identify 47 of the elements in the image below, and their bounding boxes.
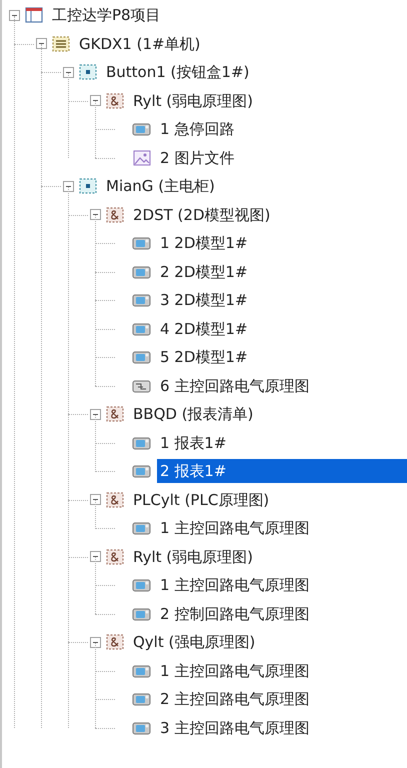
collapse-icon[interactable] [90, 494, 101, 506]
tree-item[interactable]: 1 主控回路电气原理图 [157, 658, 312, 683]
tree-item[interactable]: 1 报表1# [157, 430, 230, 455]
ampersand-box-icon [105, 633, 125, 652]
ampersand-box-icon [105, 92, 125, 110]
image-icon [132, 148, 152, 167]
collapse-icon[interactable] [90, 408, 101, 420]
tree-item[interactable]: 4 2D模型1# [157, 316, 251, 341]
tree-item[interactable]: 2 图片文件 [157, 146, 238, 170]
tree-item[interactable]: 2 2D模型1# [157, 260, 251, 284]
tree-item[interactable]: 1 2D模型1# [157, 231, 251, 256]
collapse-icon[interactable] [36, 38, 47, 50]
striped-box-icon [51, 34, 71, 53]
ampersand-box-icon [105, 405, 125, 424]
tree-item[interactable]: 2DST (2D模型视图) [130, 202, 274, 227]
tree-item[interactable]: 3 2D模型1# [157, 288, 251, 312]
dotted-box-icon [78, 177, 98, 196]
tree-item[interactable]: BBQD (报表清单) [130, 402, 256, 426]
tree-item[interactable]: 6 主控回路电气原理图 [157, 374, 312, 398]
tree-item[interactable]: 1 急停回路 [157, 117, 238, 142]
tree-item[interactable]: 5 2D模型1# [157, 345, 251, 370]
tree-item[interactable]: Qylt (强电原理图) [130, 630, 258, 654]
tree-item[interactable]: GKDX1 (1#单机) [76, 32, 204, 56]
dotted-box-icon [78, 63, 98, 82]
collapse-icon[interactable] [9, 10, 20, 21]
tree-item[interactable]: Rylt (弱电原理图) [130, 544, 256, 569]
tree-item[interactable]: MianG (主电柜) [103, 174, 218, 198]
tree-item[interactable]: 1 主控回路电气原理图 [157, 573, 312, 598]
tree-item[interactable]: 2 控制回路电气原理图 [157, 602, 312, 626]
ampersand-box-icon [105, 490, 125, 509]
ampersand-box-icon [105, 206, 125, 224]
collapse-icon[interactable] [63, 66, 74, 78]
collapse-icon[interactable] [63, 180, 74, 192]
project-window-icon [24, 6, 44, 24]
tree-item[interactable]: 2 报表1# [157, 459, 407, 484]
tree-item[interactable]: 2 主控回路电气原理图 [157, 687, 312, 712]
ampersand-box-icon [105, 548, 125, 566]
collapse-icon[interactable] [90, 209, 101, 220]
tree-item[interactable]: 工控达学P8项目 [49, 3, 164, 28]
collapse-icon[interactable] [90, 636, 101, 648]
collapse-icon[interactable] [90, 551, 101, 562]
collapse-icon[interactable] [90, 95, 101, 106]
tree-item[interactable]: 3 主控回路电气原理图 [157, 716, 312, 740]
tree-item[interactable]: 1 主控回路电气原理图 [157, 516, 312, 540]
tree-item[interactable]: Rylt (弱电原理图) [130, 88, 256, 113]
tree-item[interactable]: PLCylt (PLC原理图) [130, 488, 272, 512]
tree-item[interactable]: Button1 (按钮盒1#) [103, 60, 252, 84]
